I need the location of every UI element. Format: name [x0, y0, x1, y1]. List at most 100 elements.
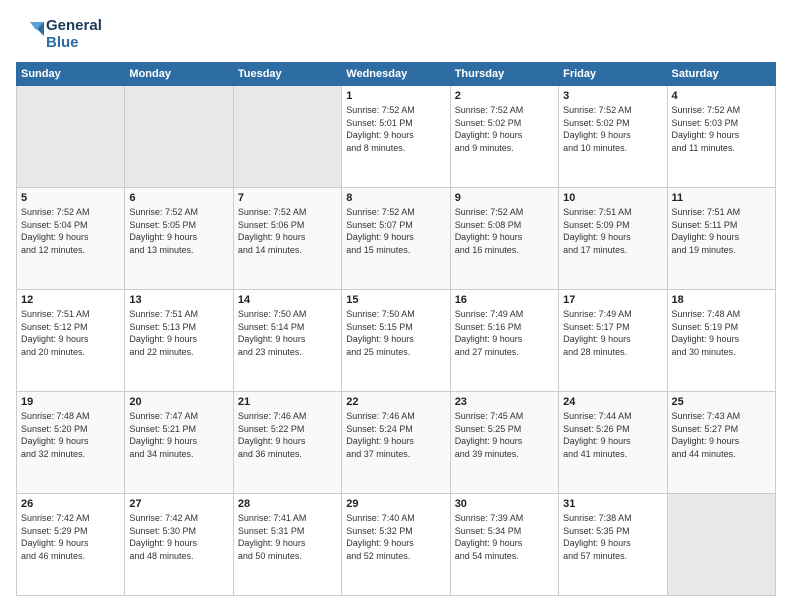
day-info: Sunrise: 7:42 AMSunset: 5:30 PMDaylight:… [129, 512, 228, 562]
day-info: Sunrise: 7:45 AMSunset: 5:25 PMDaylight:… [455, 410, 554, 460]
day-number: 29 [346, 498, 445, 510]
calendar-day-cell [17, 86, 125, 188]
day-info: Sunrise: 7:43 AMSunset: 5:27 PMDaylight:… [672, 410, 771, 460]
day-info: Sunrise: 7:52 AMSunset: 5:05 PMDaylight:… [129, 206, 228, 256]
calendar-day-cell [233, 86, 341, 188]
calendar-day-cell: 16 Sunrise: 7:49 AMSunset: 5:16 PMDayligh… [450, 290, 558, 392]
day-info: Sunrise: 7:51 AMSunset: 5:13 PMDaylight:… [129, 308, 228, 358]
calendar-day-cell: 1 Sunrise: 7:52 AMSunset: 5:01 PMDaylight… [342, 86, 450, 188]
day-info: Sunrise: 7:38 AMSunset: 5:35 PMDaylight:… [563, 512, 662, 562]
calendar-day-cell: 19 Sunrise: 7:48 AMSunset: 5:20 PMDayligh… [17, 392, 125, 494]
day-number: 15 [346, 294, 445, 306]
calendar-day-cell: 4Sunrise: 7:52 AMSunset: 5:03 PMDaylight… [667, 86, 775, 188]
calendar-day-cell: 15Sunrise: 7:50 AMSunset: 5:15 PMDayligh… [342, 290, 450, 392]
day-number: 13 [129, 294, 228, 306]
day-number: 21 [238, 396, 337, 408]
day-number: 14 [238, 294, 337, 306]
day-info: Sunrise: 7:52 AMSunset: 5:06 PMDaylight:… [238, 206, 337, 256]
day-number: 18 [672, 294, 771, 306]
day-number: 16 [455, 294, 554, 306]
calendar-day-cell: 9 Sunrise: 7:52 AMSunset: 5:08 PMDaylight… [450, 188, 558, 290]
calendar-day-cell: 28Sunrise: 7:41 AMSunset: 5:31 PMDayligh… [233, 494, 341, 596]
day-number: 19 [21, 396, 120, 408]
day-info: Sunrise: 7:46 AMSunset: 5:22 PMDaylight:… [238, 410, 337, 460]
calendar-week-row: 12 Sunrise: 7:51 AMSunset: 5:12 PMDayligh… [17, 290, 776, 392]
logo-general-text: General [46, 17, 102, 34]
day-info: Sunrise: 7:41 AMSunset: 5:31 PMDaylight:… [238, 512, 337, 562]
weekday-header: Wednesday [342, 63, 450, 86]
day-info: Sunrise: 7:40 AMSunset: 5:32 PMDaylight:… [346, 512, 445, 562]
calendar-day-cell [125, 86, 233, 188]
weekday-header: Thursday [450, 63, 558, 86]
day-number: 22 [346, 396, 445, 408]
calendar-day-cell: 31 Sunrise: 7:38 AMSunset: 5:35 PMDayligh… [559, 494, 667, 596]
day-number: 31 [563, 498, 662, 510]
calendar-day-cell [667, 494, 775, 596]
calendar-day-cell: 24Sunrise: 7:44 AMSunset: 5:26 PMDayligh… [559, 392, 667, 494]
calendar-day-cell: 29 Sunrise: 7:40 AMSunset: 5:32 PMDayligh… [342, 494, 450, 596]
calendar-day-cell: 14 Sunrise: 7:50 AMSunset: 5:14 PMDayligh… [233, 290, 341, 392]
calendar-day-cell: 2Sunrise: 7:52 AMSunset: 5:02 PMDaylight… [450, 86, 558, 188]
day-info: Sunrise: 7:39 AMSunset: 5:34 PMDaylight:… [455, 512, 554, 562]
day-number: 10 [563, 192, 662, 204]
calendar-day-cell: 22 Sunrise: 7:46 AMSunset: 5:24 PMDayligh… [342, 392, 450, 494]
day-info: Sunrise: 7:50 AMSunset: 5:14 PMDaylight:… [238, 308, 337, 358]
header: General Blue [16, 16, 776, 52]
calendar-day-cell: 8 Sunrise: 7:52 AMSunset: 5:07 PMDaylight… [342, 188, 450, 290]
calendar-week-row: 19 Sunrise: 7:48 AMSunset: 5:20 PMDayligh… [17, 392, 776, 494]
calendar-day-cell: 11 Sunrise: 7:51 AMSunset: 5:11 PMDayligh… [667, 188, 775, 290]
day-info: Sunrise: 7:52 AMSunset: 5:02 PMDaylight:… [563, 104, 662, 154]
day-info: Sunrise: 7:51 AMSunset: 5:12 PMDaylight:… [21, 308, 120, 358]
calendar-day-cell: 6 Sunrise: 7:52 AMSunset: 5:05 PMDaylight… [125, 188, 233, 290]
day-number: 9 [455, 192, 554, 204]
day-number: 30 [455, 498, 554, 510]
weekday-header: Friday [559, 63, 667, 86]
logo: General Blue [16, 16, 102, 52]
day-number: 6 [129, 192, 228, 204]
day-number: 2 [455, 90, 554, 102]
day-info: Sunrise: 7:51 AMSunset: 5:11 PMDaylight:… [672, 206, 771, 256]
calendar-day-cell: 3 Sunrise: 7:52 AMSunset: 5:02 PMDaylight… [559, 86, 667, 188]
day-info: Sunrise: 7:46 AMSunset: 5:24 PMDaylight:… [346, 410, 445, 460]
day-number: 23 [455, 396, 554, 408]
calendar-day-cell: 20 Sunrise: 7:47 AMSunset: 5:21 PMDayligh… [125, 392, 233, 494]
logo-blue-text: Blue [46, 34, 102, 51]
logo-bird-icon [16, 16, 44, 52]
day-number: 20 [129, 396, 228, 408]
day-number: 26 [21, 498, 120, 510]
calendar-day-cell: 17 Sunrise: 7:49 AMSunset: 5:17 PMDayligh… [559, 290, 667, 392]
day-number: 12 [21, 294, 120, 306]
day-number: 8 [346, 192, 445, 204]
day-info: Sunrise: 7:52 AMSunset: 5:07 PMDaylight:… [346, 206, 445, 256]
calendar-day-cell: 18Sunrise: 7:48 AMSunset: 5:19 PMDayligh… [667, 290, 775, 392]
calendar-day-cell: 23 Sunrise: 7:45 AMSunset: 5:25 PMDayligh… [450, 392, 558, 494]
calendar-day-cell: 5Sunrise: 7:52 AMSunset: 5:04 PMDaylight… [17, 188, 125, 290]
day-number: 3 [563, 90, 662, 102]
day-number: 27 [129, 498, 228, 510]
day-info: Sunrise: 7:49 AMSunset: 5:16 PMDaylight:… [455, 308, 554, 358]
weekday-header: Sunday [17, 63, 125, 86]
day-number: 17 [563, 294, 662, 306]
day-number: 5 [21, 192, 120, 204]
calendar-week-row: 5Sunrise: 7:52 AMSunset: 5:04 PMDaylight… [17, 188, 776, 290]
day-number: 1 [346, 90, 445, 102]
weekday-header: Saturday [667, 63, 775, 86]
calendar-day-cell: 25 Sunrise: 7:43 AMSunset: 5:27 PMDayligh… [667, 392, 775, 494]
day-number: 7 [238, 192, 337, 204]
calendar-day-cell: 7 Sunrise: 7:52 AMSunset: 5:06 PMDaylight… [233, 188, 341, 290]
calendar-table: SundayMondayTuesdayWednesdayThursdayFrid… [16, 62, 776, 596]
day-info: Sunrise: 7:47 AMSunset: 5:21 PMDaylight:… [129, 410, 228, 460]
day-number: 4 [672, 90, 771, 102]
calendar-day-cell: 26Sunrise: 7:42 AMSunset: 5:29 PMDayligh… [17, 494, 125, 596]
calendar-day-cell: 10Sunrise: 7:51 AMSunset: 5:09 PMDayligh… [559, 188, 667, 290]
day-info: Sunrise: 7:52 AMSunset: 5:08 PMDaylight:… [455, 206, 554, 256]
day-info: Sunrise: 7:52 AMSunset: 5:01 PMDaylight:… [346, 104, 445, 154]
weekday-header: Tuesday [233, 63, 341, 86]
day-number: 25 [672, 396, 771, 408]
day-number: 11 [672, 192, 771, 204]
calendar-day-cell: 27 Sunrise: 7:42 AMSunset: 5:30 PMDayligh… [125, 494, 233, 596]
day-info: Sunrise: 7:48 AMSunset: 5:20 PMDaylight:… [21, 410, 120, 460]
calendar-day-cell: 12 Sunrise: 7:51 AMSunset: 5:12 PMDayligh… [17, 290, 125, 392]
day-info: Sunrise: 7:44 AMSunset: 5:26 PMDaylight:… [563, 410, 662, 460]
day-info: Sunrise: 7:49 AMSunset: 5:17 PMDaylight:… [563, 308, 662, 358]
